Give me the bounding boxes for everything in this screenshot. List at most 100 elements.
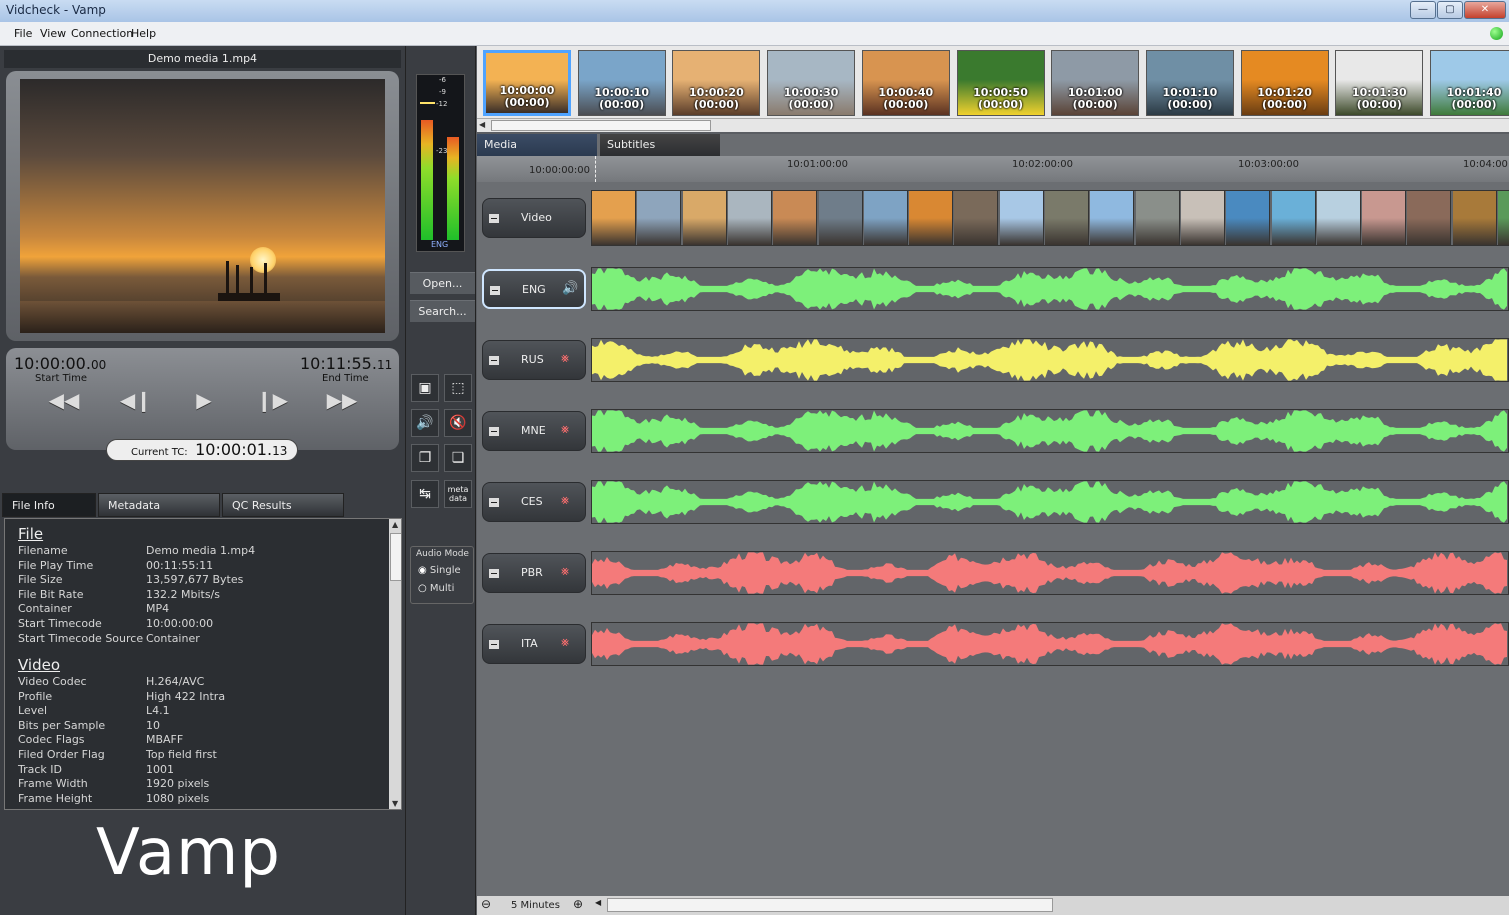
audio-lane-rus[interactable] — [591, 338, 1509, 382]
speaker-active-icon[interactable]: 🔊 — [562, 281, 578, 296]
play-button[interactable]: ▶ — [186, 386, 222, 414]
tab-file-info[interactable]: File Info — [2, 493, 96, 517]
scroll-up-icon[interactable]: ▲ — [392, 520, 398, 529]
ruler-mark: 10:02:00:00 — [1012, 159, 1074, 170]
audio-lane-mne[interactable] — [591, 409, 1509, 453]
track-header-ita[interactable]: ITA ⨳ — [482, 624, 586, 664]
thumbnail-scrollbar-thumb[interactable] — [491, 120, 711, 131]
audio-mode-single-radio[interactable]: ◉ Single — [418, 565, 461, 576]
metadata-button[interactable]: meta data — [444, 480, 472, 508]
thumbnail[interactable]: 10:01:20 (00:00) — [1240, 50, 1329, 116]
thumbnail[interactable]: 10:00:40 (00:00) — [861, 50, 950, 116]
audio-lane-eng[interactable] — [591, 267, 1509, 311]
track-header-mne[interactable]: MNE ⨳ — [482, 411, 586, 451]
thumbnail-offset: (00:00) — [788, 98, 834, 111]
timeline-scrollbar-thumb[interactable] — [607, 898, 1053, 912]
video-frame-thumb — [1452, 191, 1497, 245]
multi-window-icon[interactable]: ❏ — [444, 444, 472, 472]
fit-view-icon[interactable]: ▣ — [411, 374, 439, 402]
speaker-off-icon[interactable]: ⨳ — [561, 635, 569, 650]
info-scrollbar-thumb[interactable] — [390, 533, 401, 581]
step-forward-button[interactable]: ❙▶ — [254, 386, 290, 414]
thumbnail[interactable]: 10:01:10 (00:00) — [1145, 50, 1234, 116]
tab-subtitles[interactable]: Subtitles — [600, 134, 720, 156]
collapse-icon[interactable] — [489, 356, 499, 365]
timeline-scroll-left-icon[interactable]: ◀ — [595, 898, 601, 907]
thumbnail-scrollbar[interactable]: ◀ — [477, 118, 1509, 132]
thumbnail[interactable]: 10:00:20 (00:00) — [672, 50, 761, 116]
video-lane[interactable] — [591, 190, 1509, 246]
thumbnail[interactable]: 10:00:50 (00:00) — [956, 50, 1045, 116]
fit-width-icon[interactable]: ↹ — [411, 480, 439, 508]
speaker-off-icon[interactable]: ⨳ — [561, 351, 569, 366]
track-header-rus[interactable]: RUS ⨳ — [482, 340, 586, 380]
thumbnail-offset: (00:00) — [1356, 98, 1402, 111]
collapse-icon[interactable] — [490, 286, 500, 295]
audio-lane-ces[interactable] — [591, 480, 1509, 524]
thumbnail-timecode: 10:00:00 (00:00) — [486, 85, 568, 109]
menu-view[interactable]: View — [40, 27, 66, 40]
speaker-off-icon[interactable]: ⨳ — [561, 493, 569, 508]
thumbnail-strip: 10:00:00 (00:00) 10:00:10 (00:00) 10:00:20 (0… — [477, 46, 1509, 120]
thumbnail[interactable]: 10:01:40 (00:00) — [1430, 50, 1509, 116]
thumbnail-timecode: 10:00:10 (00:00) — [579, 87, 665, 111]
step-back-button[interactable]: ◀❙ — [118, 386, 154, 414]
info-scrollbar[interactable]: ▲ ▼ — [389, 519, 401, 809]
search-button[interactable]: Search... — [410, 300, 475, 322]
thumbnail-timecode: 10:01:40 (00:00) — [1431, 87, 1509, 111]
thumbnail[interactable]: 10:01:30 (00:00) — [1335, 50, 1424, 116]
menu-file[interactable]: File — [14, 27, 32, 40]
collapse-icon[interactable] — [489, 640, 499, 649]
sun-image — [250, 247, 276, 273]
rewind-button[interactable]: ◀◀ — [46, 386, 82, 414]
thumbnail[interactable]: 10:00:30 (00:00) — [767, 50, 856, 116]
audio-mode-multi-radio[interactable]: ○ Multi — [418, 583, 454, 594]
audio-lane-pbr[interactable] — [591, 551, 1509, 595]
collapse-icon[interactable] — [489, 498, 499, 507]
tab-metadata[interactable]: Metadata — [98, 493, 220, 517]
ruler-mark: 10:03:00:00 — [1238, 159, 1300, 170]
track-header-eng[interactable]: ENG 🔊 — [482, 269, 586, 309]
thumbnail-offset: (00:00) — [1167, 98, 1213, 111]
speaker-off-icon[interactable]: ⨳ — [561, 422, 569, 437]
zoom-out-icon[interactable]: ⊖ — [481, 897, 491, 911]
menu-connection[interactable]: Connection — [71, 27, 133, 40]
thumbnail[interactable]: 10:01:00 (00:00) — [1051, 50, 1140, 116]
video-preview[interactable] — [20, 79, 385, 333]
selection-icon[interactable]: ⬚ — [444, 374, 472, 402]
thumbnail[interactable]: 10:00:10 (00:00) — [577, 50, 666, 116]
fast-forward-button[interactable]: ▶▶ — [324, 386, 360, 414]
meter-language: ENG — [431, 240, 449, 249]
thumbnail-offset: (00:00) — [1072, 98, 1118, 111]
tab-qc-results[interactable]: QC Results — [222, 493, 344, 517]
mute-icon[interactable]: 🔇 — [444, 409, 472, 437]
playhead[interactable] — [595, 156, 596, 182]
ruler-mark: 10:01:00:00 — [787, 159, 849, 170]
audio-lane-ita[interactable] — [591, 622, 1509, 666]
timeline-ruler[interactable]: 10:00:00:00 10:01:00:00 10:02:00:00 10:0… — [477, 156, 1509, 182]
track-header-video[interactable]: Video — [482, 198, 586, 238]
current-timecode[interactable]: Current TC: 10:00:01.13 — [106, 439, 298, 461]
scroll-left-icon[interactable]: ◀ — [479, 120, 485, 129]
minimize-button[interactable]: — — [1410, 1, 1436, 19]
collapse-icon[interactable] — [489, 214, 499, 223]
timeline-bottom-bar: ⊖ 5 Minutes ⊕ ◀ — [477, 896, 1509, 915]
scroll-down-icon[interactable]: ▼ — [392, 799, 398, 808]
collapse-icon[interactable] — [489, 569, 499, 578]
track-header-pbr[interactable]: PBR ⨳ — [482, 553, 586, 593]
speaker-off-icon[interactable]: ⨳ — [561, 564, 569, 579]
start-time-label: Start Time — [35, 373, 88, 384]
info-key: Filename — [18, 544, 68, 557]
zoom-in-icon[interactable]: ⊕ — [573, 897, 583, 911]
track-header-ces[interactable]: CES ⨳ — [482, 482, 586, 522]
open-button[interactable]: Open... — [410, 272, 475, 294]
menu-help[interactable]: Help — [131, 27, 156, 40]
single-window-icon[interactable]: ❐ — [411, 444, 439, 472]
close-button[interactable]: ✕ — [1464, 1, 1506, 19]
thumbnail[interactable]: 10:00:00 (00:00) — [483, 50, 571, 116]
collapse-icon[interactable] — [489, 427, 499, 436]
speaker-icon[interactable]: 🔊 — [411, 409, 439, 437]
maximize-button[interactable]: ▢ — [1437, 1, 1463, 19]
tab-media[interactable]: Media — [477, 134, 597, 156]
waveform — [592, 623, 1507, 665]
